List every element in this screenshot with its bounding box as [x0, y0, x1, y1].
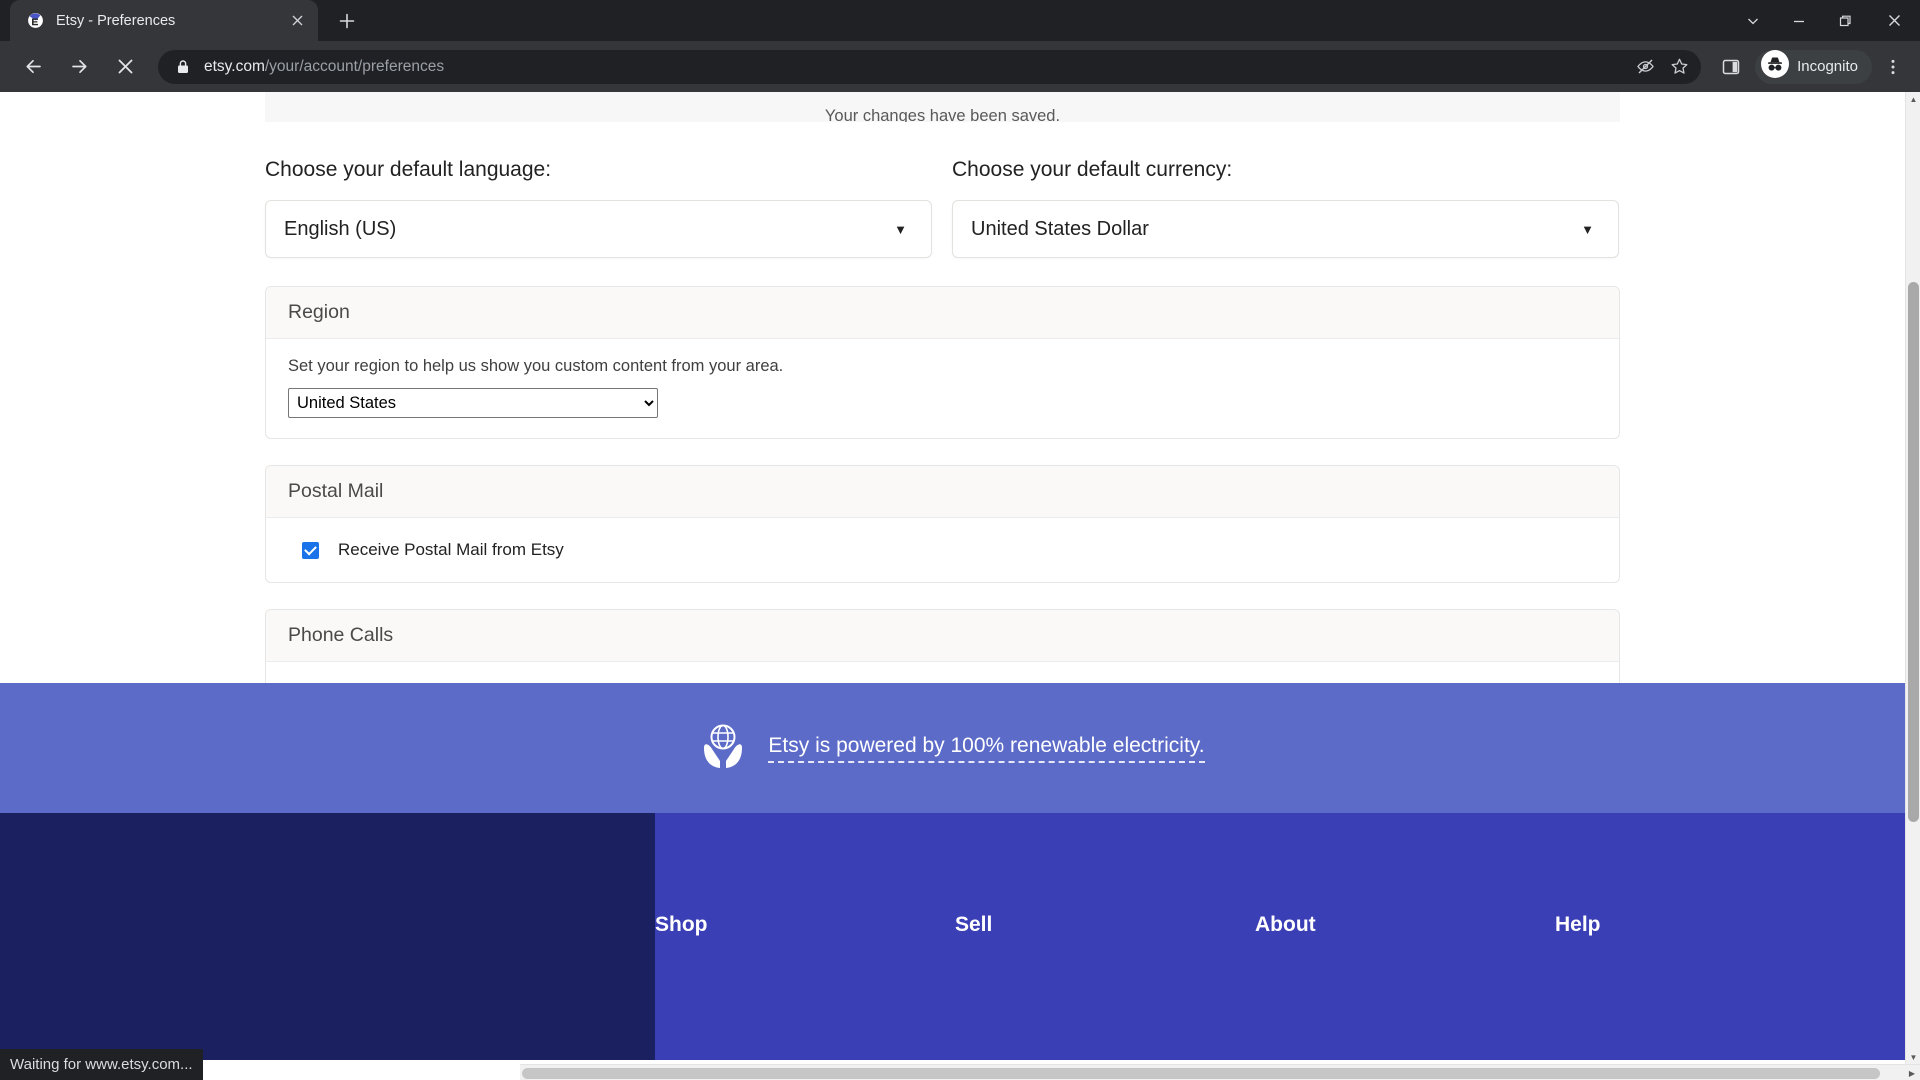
renewable-electricity-link[interactable]: Etsy is powered by 100% renewable electr…	[768, 734, 1205, 763]
incognito-icon	[1761, 50, 1790, 83]
language-column: Choose your default language: English (U…	[265, 158, 932, 258]
address-bar-url: etsy.com/your/account/preferences	[204, 58, 1629, 76]
region-card-title: Region	[266, 287, 1619, 339]
new-tab-button[interactable]	[330, 4, 364, 38]
tab-title: Etsy - Preferences	[56, 12, 176, 29]
status-bar: Waiting for www.etsy.com...	[0, 1049, 203, 1080]
restore-icon[interactable]	[1822, 0, 1868, 41]
currency-label: Choose your default currency:	[952, 158, 1233, 181]
eye-slash-icon[interactable]	[1629, 51, 1661, 83]
renewable-electricity-banner: Etsy is powered by 100% renewable electr…	[0, 683, 1905, 813]
postal-mail-card: Postal Mail Receive Postal Mail from Ets…	[265, 465, 1620, 583]
minimize-icon[interactable]	[1776, 0, 1822, 41]
footer-column-sell: Sell	[955, 913, 1255, 1060]
browser-toolbar: etsy.com/your/account/preferences Incogn…	[0, 41, 1920, 92]
footer-column-help: Help	[1555, 913, 1855, 1060]
region-select[interactable]: United States	[288, 388, 658, 418]
horizontal-scrollbar[interactable]: ▶	[520, 1064, 1920, 1080]
vertical-scrollbar[interactable]: ▲ ▼	[1905, 92, 1920, 1065]
currency-column: Choose your default currency: United Sta…	[952, 158, 1619, 258]
vertical-scrollbar-thumb[interactable]	[1908, 282, 1919, 822]
currency-selected-value: United States Dollar	[971, 217, 1149, 240]
postal-mail-checkbox-row[interactable]: Receive Postal Mail from Etsy	[288, 536, 1597, 562]
tab-close-icon[interactable]	[286, 10, 308, 32]
window-close-icon[interactable]	[1868, 0, 1920, 41]
browser-tab[interactable]: Etsy - Preferences	[10, 0, 318, 41]
phone-calls-card-title: Phone Calls	[266, 610, 1619, 662]
footer-heading-sell[interactable]: Sell	[955, 913, 1255, 937]
footer-columns: Shop Sell About Help	[655, 813, 1905, 1060]
footer-left-panel	[0, 813, 655, 1060]
footer-column-about: About	[1255, 913, 1555, 1060]
chevron-down-icon[interactable]	[1730, 0, 1776, 41]
caret-down-icon: ▼	[1581, 221, 1594, 237]
forward-arrow-icon[interactable]	[61, 49, 97, 85]
browser-window: Etsy - Preferences etsy.com/your/account…	[0, 0, 1920, 1080]
stop-loading-icon[interactable]	[107, 49, 143, 85]
caret-down-icon: ▼	[894, 221, 907, 237]
postal-mail-checkbox-label: Receive Postal Mail from Etsy	[338, 540, 564, 559]
postal-mail-card-body: Receive Postal Mail from Etsy	[266, 518, 1619, 582]
globe-in-hands-icon	[700, 720, 746, 777]
footer-heading-help[interactable]: Help	[1555, 913, 1855, 937]
saved-notice: Your changes have been saved.	[265, 92, 1620, 122]
etsy-favicon	[26, 12, 44, 30]
tab-strip: Etsy - Preferences	[0, 0, 1920, 41]
back-arrow-icon[interactable]	[15, 49, 51, 85]
profile-chip[interactable]: Incognito	[1755, 49, 1872, 84]
url-domain: etsy.com	[204, 57, 265, 75]
etsy-preferences-page: Your changes have been saved. Choose you…	[0, 92, 1905, 1060]
region-card-body: Set your region to help us show you cust…	[266, 339, 1619, 438]
footer-heading-shop[interactable]: Shop	[655, 913, 955, 937]
omnibox-actions	[1629, 51, 1695, 83]
postal-mail-checkbox[interactable]	[302, 541, 319, 559]
region-card: Region Set your region to help us show y…	[265, 286, 1620, 439]
url-path: /your/account/preferences	[264, 57, 445, 75]
language-label: Choose your default language:	[265, 158, 552, 181]
address-bar[interactable]: etsy.com/your/account/preferences	[158, 49, 1702, 84]
postal-mail-card-title: Postal Mail	[266, 466, 1619, 518]
scroll-up-icon[interactable]: ▲	[1906, 92, 1920, 107]
saved-notice-text: Your changes have been saved.	[824, 107, 1061, 122]
currency-select[interactable]: United States Dollar ▼	[952, 200, 1619, 258]
footer-column-shop: Shop	[655, 913, 955, 1060]
page-viewport: Your changes have been saved. Choose you…	[0, 92, 1920, 1080]
scroll-down-icon[interactable]: ▼	[1906, 1050, 1920, 1065]
region-description: Set your region to help us show you cust…	[288, 357, 784, 375]
status-bar-text: Waiting for www.etsy.com...	[10, 1056, 193, 1073]
language-selected-value: English (US)	[284, 217, 397, 240]
star-icon[interactable]	[1663, 51, 1695, 83]
language-currency-row: Choose your default language: English (U…	[265, 158, 1620, 258]
horizontal-scrollbar-thumb[interactable]	[522, 1068, 1880, 1079]
scroll-right-icon[interactable]: ▶	[1904, 1065, 1920, 1080]
profile-label: Incognito	[1797, 58, 1858, 75]
window-controls	[1730, 0, 1920, 41]
site-footer: Shop Sell About Help	[0, 813, 1905, 1060]
kebab-menu-icon[interactable]	[1876, 50, 1910, 84]
lock-icon[interactable]	[174, 59, 192, 75]
side-panel-icon[interactable]	[1713, 49, 1749, 85]
language-select[interactable]: English (US) ▼	[265, 200, 932, 258]
footer-heading-about[interactable]: About	[1255, 913, 1555, 937]
